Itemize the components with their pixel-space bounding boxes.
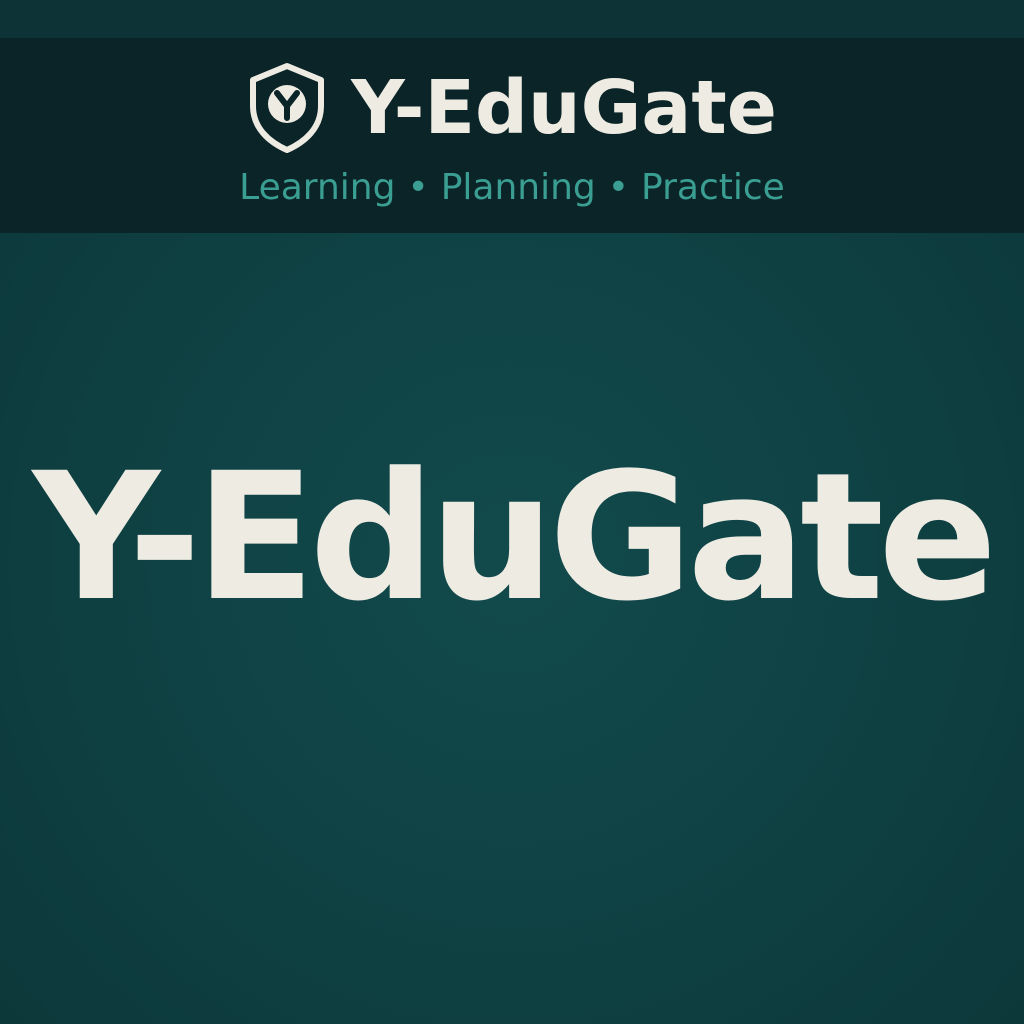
brand-row: Y-EduGate <box>0 58 1024 158</box>
top-strip <box>0 0 1024 38</box>
tagline-item-learning: Learning <box>239 167 396 208</box>
tagline-item-practice: Practice <box>641 167 785 208</box>
shield-y-icon <box>250 63 325 153</box>
tagline-separator: • <box>407 167 429 208</box>
tagline-item-planning: Planning <box>440 167 596 208</box>
brand-name: Y-EduGate <box>351 65 777 151</box>
tagline-separator: • <box>607 167 630 208</box>
header-banner: Y-EduGate Learning • Planning • Practice <box>0 38 1024 233</box>
hero-title: Y-EduGate <box>32 435 998 640</box>
tagline: Learning • Planning • Practice <box>0 166 1024 210</box>
